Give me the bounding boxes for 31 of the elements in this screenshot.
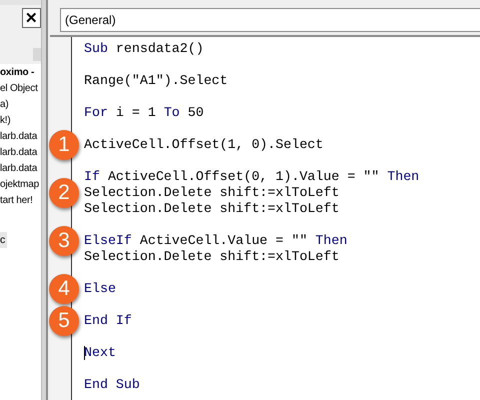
project-tree-item[interactable]: k!) — [0, 113, 41, 129]
code-line: Range("A1").Select — [84, 73, 228, 88]
project-tree-item[interactable]: ojektmap — [0, 177, 41, 193]
code-line: End Sub — [84, 377, 140, 392]
code-line: Selection.Delete shift:=xlToLeft — [84, 249, 340, 264]
code-line: ElseIf ActiveCell.Value = "" Then — [84, 233, 348, 248]
code-line: Next — [84, 345, 116, 360]
step-number-badge: 5 — [49, 306, 79, 336]
code-line: Sub rensdata2() — [84, 41, 204, 56]
code-line: If ActiveCell.Offset(0, 1).Value = "" Then — [84, 169, 420, 184]
code-line: End If — [84, 313, 132, 328]
object-dropdown[interactable]: (General) — [60, 8, 480, 32]
code-line: Selection.Delete shift:=xlToLeft — [84, 201, 340, 216]
step-number-badge: 2 — [49, 178, 79, 208]
step-number-badge: 1 — [49, 130, 79, 160]
project-tree-item[interactable]: el Object — [0, 81, 41, 97]
code-line: For i = 1 To 50 — [84, 105, 204, 120]
code-editor[interactable] — [50, 35, 480, 400]
code-line: Selection.Delete shift:=xlToLeft — [84, 185, 340, 200]
project-tree-item[interactable]: larb.data — [0, 145, 41, 161]
project-tree-item[interactable]: oximo - — [0, 65, 41, 81]
project-tree-item[interactable]: larb.data — [0, 129, 41, 145]
project-tree-item[interactable]: tart her! — [0, 193, 41, 209]
project-tree-item[interactable]: a) — [0, 97, 41, 113]
step-number-badge: 4 — [49, 274, 79, 304]
code-line: Else — [84, 281, 116, 296]
properties-item[interactable]: c — [0, 232, 8, 248]
step-number-badge: 3 — [49, 226, 79, 256]
project-tree-item[interactable]: larb.data — [0, 161, 41, 177]
code-line: ActiveCell.Offset(1, 0).Select — [84, 137, 324, 152]
close-button[interactable]: ✕ — [22, 8, 41, 28]
